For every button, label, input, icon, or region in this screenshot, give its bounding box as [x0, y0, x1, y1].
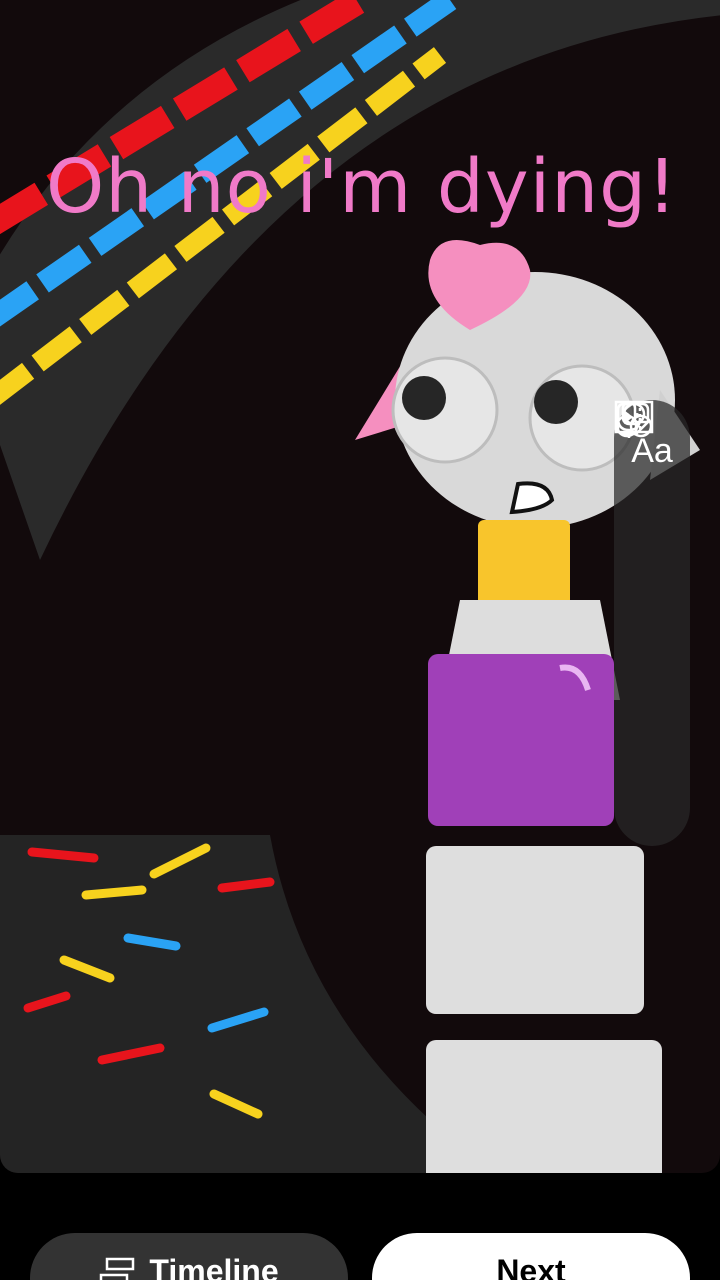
- road-block: [0, 835, 430, 1173]
- sticker-icon: [616, 402, 650, 436]
- bottom-action-bar: Timeline Next: [0, 1173, 720, 1280]
- timeline-icon: [100, 1257, 135, 1280]
- filters-tool-button[interactable]: [615, 402, 682, 647]
- voiceover-tool-button[interactable]: [616, 400, 682, 731]
- trim-tool-button[interactable]: [614, 400, 682, 562]
- edit-toolbar: Aa: [614, 400, 690, 846]
- caption-text[interactable]: Oh no i'm dying!: [46, 150, 678, 224]
- stickers-tool-button[interactable]: [616, 402, 682, 816]
- video-editor-screen: Oh no i'm dying! Aa Timeline Next: [0, 0, 720, 1280]
- next-button[interactable]: Next: [372, 1233, 690, 1280]
- timeline-button[interactable]: Timeline: [30, 1233, 348, 1280]
- video-preview[interactable]: Oh no i'm dying! Aa: [0, 0, 720, 1173]
- next-label: Next: [496, 1253, 566, 1280]
- timeline-label: Timeline: [149, 1253, 279, 1280]
